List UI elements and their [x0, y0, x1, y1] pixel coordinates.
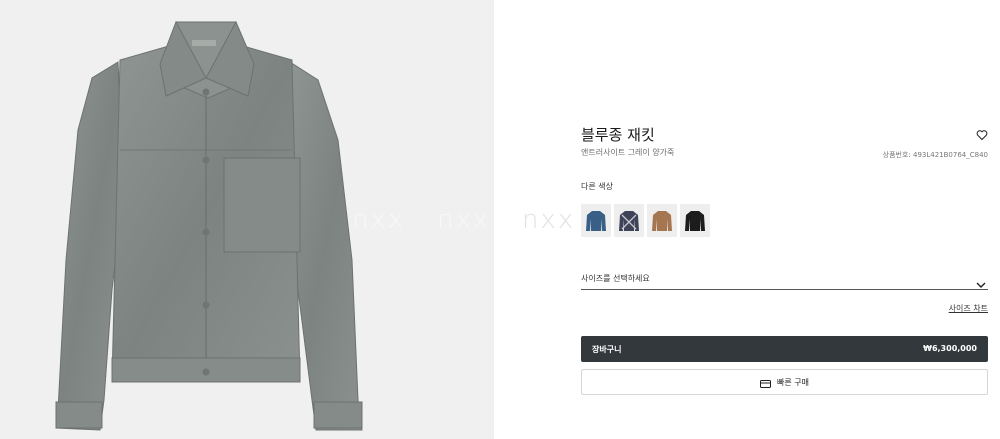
swatch-checked-jacket[interactable] [614, 204, 644, 237]
swatch-black-jacket[interactable] [680, 204, 710, 237]
jacket-illustration [55, 20, 363, 431]
product-info-panel: 블루종 재킷 앤트러사이트 그레이 양가죽 상품번호: 493L421B0764… [494, 0, 1000, 439]
size-dropdown[interactable]: 사이즈를 선택하세요 [581, 270, 988, 290]
product-price: ₩6,300,000 [923, 344, 977, 353]
quick-buy-button[interactable]: 빠른 구매 [581, 369, 988, 395]
quick-buy-label: 빠른 구매 [777, 377, 809, 387]
product-title: 블루종 재킷 [581, 126, 655, 144]
chevron-down-icon [976, 274, 986, 293]
product-reference: 상품번호: 493L421B0764_C840 [882, 151, 988, 159]
tan-suede-jacket-thumbnail [652, 210, 672, 231]
color-swatches [581, 204, 710, 237]
swatch-tan-jacket[interactable] [647, 204, 677, 237]
product-subtitle: 앤트러사이트 그레이 양가죽 [581, 148, 675, 157]
product-image[interactable] [0, 0, 494, 439]
watermark-1: nxx [352, 205, 406, 235]
size-chart-link[interactable]: 사이즈 차트 [949, 303, 988, 314]
navy-denim-jacket-thumbnail [586, 210, 606, 231]
size-dropdown-placeholder: 사이즈를 선택하세요 [581, 274, 650, 283]
add-to-cart-button[interactable]: 장바구니 ₩6,300,000 [581, 336, 988, 362]
wishlist-heart-icon[interactable] [976, 126, 988, 141]
watermark-2: nxx [437, 205, 491, 235]
swatch-navy-jacket[interactable] [581, 204, 611, 237]
black-leather-jacket-thumbnail [685, 210, 705, 231]
checked-jacket-thumbnail [619, 210, 639, 231]
credit-card-icon [760, 373, 771, 392]
add-to-cart-label: 장바구니 [592, 345, 622, 354]
other-colors-label: 다른 색상 [581, 182, 613, 191]
